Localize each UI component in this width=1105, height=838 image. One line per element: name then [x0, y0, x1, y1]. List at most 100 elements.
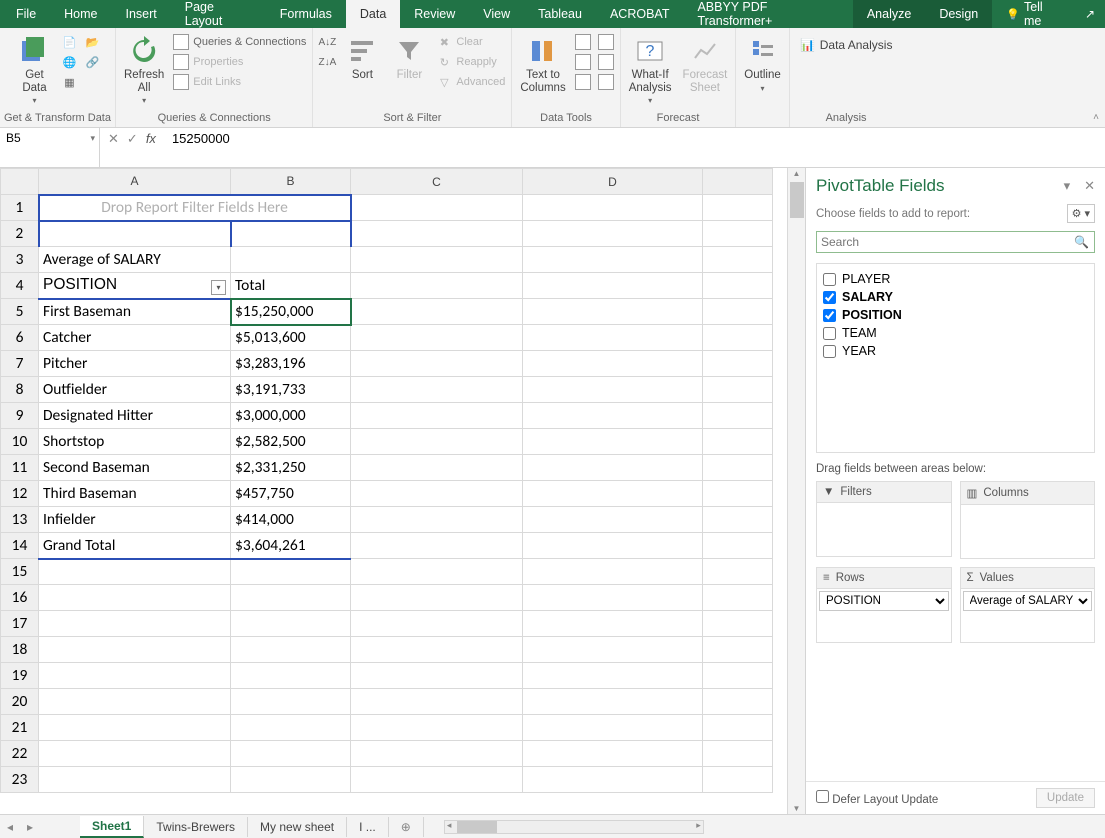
sort-button[interactable]: Sort: [340, 33, 384, 84]
row-header[interactable]: 15: [1, 559, 39, 585]
tab-file[interactable]: File: [2, 0, 50, 28]
tab-abbyy[interactable]: ABBYY PDF Transformer+: [683, 0, 852, 28]
row-header[interactable]: 17: [1, 611, 39, 637]
advanced-button[interactable]: ▽Advanced: [434, 73, 507, 91]
name-box-dropdown-icon[interactable]: ▾: [90, 133, 95, 144]
accept-formula-icon[interactable]: ✓: [127, 131, 138, 147]
name-box[interactable]: B5 ▾: [0, 128, 100, 167]
row-header[interactable]: 3: [1, 247, 39, 273]
tab-analyze[interactable]: Analyze: [853, 0, 925, 28]
scroll-up-icon[interactable]: ▲: [788, 169, 805, 178]
from-web-button[interactable]: 🌐: [59, 53, 79, 71]
remove-dup-button[interactable]: [573, 53, 593, 71]
values-field-select[interactable]: Average of SALARY: [963, 591, 1093, 611]
reapply-button[interactable]: ↻Reapply: [434, 53, 507, 71]
select-all-corner[interactable]: [1, 169, 39, 195]
row-header[interactable]: 2: [1, 221, 39, 247]
row-header[interactable]: 7: [1, 351, 39, 377]
field-layout-button[interactable]: ⚙▾: [1067, 204, 1095, 223]
field-checkbox[interactable]: [823, 327, 836, 340]
forecast-sheet-button[interactable]: Forecast Sheet: [679, 33, 732, 96]
hscroll-thumb[interactable]: [457, 821, 497, 833]
pane-options-icon[interactable]: ▾: [1064, 178, 1071, 194]
cancel-formula-icon[interactable]: ✕: [108, 131, 119, 147]
collapse-ribbon-icon[interactable]: ˄: [1093, 112, 1099, 123]
col-header-d[interactable]: D: [523, 169, 703, 195]
row-header[interactable]: 18: [1, 637, 39, 663]
share-icon[interactable]: ↗: [1075, 0, 1105, 28]
field-salary[interactable]: SALARY: [823, 288, 1088, 306]
cell[interactable]: $3,283,196: [231, 351, 351, 377]
area-values[interactable]: ΣValues Average of SALARY: [960, 567, 1096, 643]
cell[interactable]: Average of SALARY: [39, 247, 231, 273]
row-header[interactable]: 4: [1, 273, 39, 299]
sheet-tab-3[interactable]: My new sheet: [248, 817, 347, 837]
cell[interactable]: $457,750: [231, 481, 351, 507]
sort-desc-button[interactable]: Z↓A: [317, 53, 337, 71]
area-columns[interactable]: ▥Columns: [960, 481, 1096, 559]
cell[interactable]: Outfielder: [39, 377, 231, 403]
outline-button[interactable]: Outline▾: [740, 33, 784, 95]
pivot-filter-dropzone[interactable]: Drop Report Filter Fields Here: [39, 195, 351, 221]
sort-asc-button[interactable]: A↓Z: [317, 33, 337, 51]
sheet-nav-prev[interactable]: ◂: [0, 820, 20, 834]
row-header[interactable]: 23: [1, 767, 39, 793]
col-header-b[interactable]: B: [231, 169, 351, 195]
tab-home[interactable]: Home: [50, 0, 111, 28]
cell[interactable]: Infielder: [39, 507, 231, 533]
tab-page-layout[interactable]: Page Layout: [171, 0, 266, 28]
sheet-nav-next[interactable]: ▸: [20, 820, 40, 834]
field-player[interactable]: PLAYER: [823, 270, 1088, 288]
row-header[interactable]: 19: [1, 663, 39, 689]
row-header[interactable]: 21: [1, 715, 39, 741]
from-text-csv-button[interactable]: 📄: [59, 33, 79, 51]
cell[interactable]: Total: [231, 273, 351, 299]
sheet-tab-4[interactable]: I ...: [347, 817, 389, 837]
row-header[interactable]: 22: [1, 741, 39, 767]
what-if-button[interactable]: ? What-If Analysis▾: [625, 33, 676, 107]
cell[interactable]: Catcher: [39, 325, 231, 351]
row-header[interactable]: 1: [1, 195, 39, 221]
tab-view[interactable]: View: [469, 0, 524, 28]
area-rows[interactable]: ≡Rows POSITION: [816, 567, 952, 643]
data-analysis-button[interactable]: 📊Data Analysis: [794, 33, 899, 57]
defer-update-checkbox[interactable]: Defer Layout Update: [816, 790, 938, 806]
row-header[interactable]: 14: [1, 533, 39, 559]
properties-button[interactable]: Properties: [171, 53, 308, 71]
tab-acrobat[interactable]: ACROBAT: [596, 0, 684, 28]
row-header[interactable]: 11: [1, 455, 39, 481]
row-header[interactable]: 8: [1, 377, 39, 403]
area-filters[interactable]: ▼Filters: [816, 481, 952, 559]
hscroll-right-icon[interactable]: ▸: [696, 820, 701, 831]
tab-insert[interactable]: Insert: [112, 0, 171, 28]
filter-button[interactable]: Filter: [387, 33, 431, 84]
vertical-scrollbar[interactable]: ▲ ▼: [787, 168, 805, 814]
cell[interactable]: Grand Total: [39, 533, 231, 559]
row-header[interactable]: 16: [1, 585, 39, 611]
fx-icon[interactable]: fx: [146, 131, 156, 146]
cell-grid[interactable]: A B C D 1 Drop Report Filter Fields Here…: [0, 168, 773, 793]
tab-design[interactable]: Design: [925, 0, 992, 28]
col-header-c[interactable]: C: [351, 169, 523, 195]
consolidate-button[interactable]: [596, 33, 616, 51]
cell[interactable]: First Baseman: [39, 299, 231, 325]
cell[interactable]: POSITION▾: [39, 273, 231, 299]
cell[interactable]: $5,013,600: [231, 325, 351, 351]
cell[interactable]: $3,604,261: [231, 533, 351, 559]
row-header[interactable]: 9: [1, 403, 39, 429]
cell[interactable]: $2,582,500: [231, 429, 351, 455]
relationships-button[interactable]: [596, 53, 616, 71]
cell[interactable]: $414,000: [231, 507, 351, 533]
pivot-position-filter-icon[interactable]: ▾: [211, 280, 226, 295]
row-header[interactable]: 6: [1, 325, 39, 351]
col-header-e[interactable]: [703, 169, 773, 195]
row-header[interactable]: 5: [1, 299, 39, 325]
hscroll-left-icon[interactable]: ◂: [447, 820, 452, 831]
tab-data[interactable]: Data: [346, 0, 400, 28]
row-header[interactable]: 12: [1, 481, 39, 507]
field-checkbox[interactable]: [823, 345, 836, 358]
cell[interactable]: $3,000,000: [231, 403, 351, 429]
horizontal-scrollbar[interactable]: ◂ ▸: [444, 820, 704, 834]
new-sheet-button[interactable]: ⊕: [389, 817, 424, 837]
cell[interactable]: Designated Hitter: [39, 403, 231, 429]
